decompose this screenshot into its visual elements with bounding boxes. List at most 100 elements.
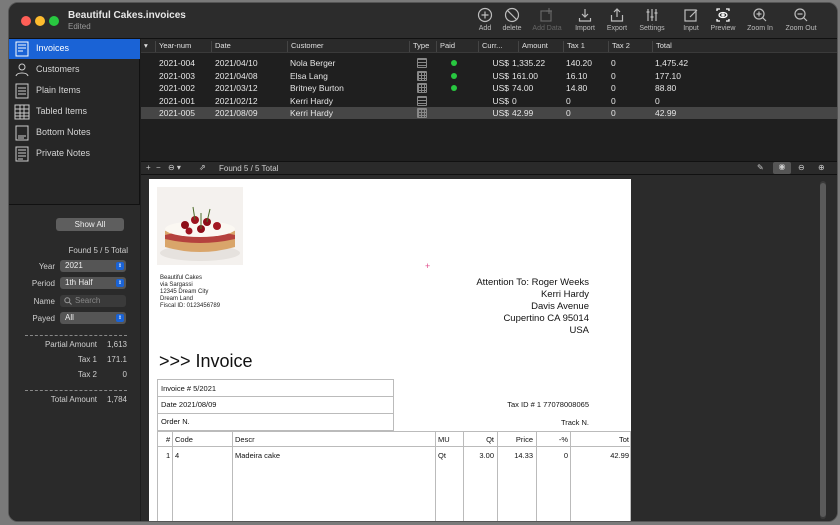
zoom-out-small-icon[interactable]: ⊖ <box>798 163 805 172</box>
payed-select[interactable]: All ⇕ <box>60 312 126 324</box>
zoom-in-small-icon[interactable]: ⊕ <box>818 163 825 172</box>
add-data-button[interactable]: Add Data <box>527 7 567 32</box>
company-block: Beautiful Cakes via Sargassi 12345 Dream… <box>160 275 220 310</box>
table-cell-tax2: 0 <box>611 83 616 93</box>
table-row[interactable]: 2021-003 2021/04/08 Elsa Lang US$ 161.00 16.1… <box>141 70 837 82</box>
tax1-label: Tax 1 <box>77 355 97 364</box>
table-cell-tax1: 14.80 <box>566 83 588 93</box>
show-all-button[interactable]: Show All <box>56 218 124 231</box>
zoom-in-button[interactable]: Zoom In <box>740 7 780 32</box>
table-row[interactable]: 2021-002 2021/03/12 Britney Burton US$ 74.00… <box>141 82 837 94</box>
tabled-items-icon <box>417 83 427 93</box>
column-divider <box>232 431 233 521</box>
sidebar-item-invoices[interactable]: Invoices <box>9 39 140 59</box>
chevron-updown-icon: ⇕ <box>116 314 124 322</box>
delete-button[interactable]: delete <box>492 7 532 32</box>
invoice-heading: >>> Invoice <box>159 351 253 371</box>
track-number: Track N. <box>560 418 589 427</box>
action-menu-icon[interactable]: ⊖ ▾ <box>168 163 181 172</box>
table-row[interactable]: 2021-004 2021/04/10 Nola Berger US$ 1,335.22… <box>141 57 837 69</box>
payed-label: Payed <box>32 314 55 323</box>
item-header: Descr <box>235 435 255 444</box>
input-mode-icon[interactable]: ✎ <box>757 163 764 172</box>
invoices-table: ▾ Year-num Date Customer Type Paid Curr.… <box>141 39 837 161</box>
divider <box>25 335 127 336</box>
period-select[interactable]: 1th Half ⇕ <box>60 277 126 289</box>
table-cell-tax2: 0 <box>611 70 616 81</box>
table-row[interactable]: 2021-005 2021/08/09 Kerri Hardy US$ 42.99 0 0 4… <box>141 107 837 119</box>
address-line: Cupertino CA 95014 <box>503 313 589 324</box>
invoice-number: Invoice # 5/2021 <box>161 384 217 393</box>
preview-button[interactable]: Preview <box>703 7 743 32</box>
column-header[interactable]: Type <box>409 41 436 52</box>
plain-items-icon <box>15 83 29 99</box>
item-cell-descr: Madeira cake <box>235 451 281 460</box>
sidebar-item-customers[interactable]: Customers <box>9 60 140 80</box>
table-cell-customer: Britney Burton <box>290 83 344 93</box>
paid-status-dot <box>451 60 457 66</box>
zoom-out-icon <box>794 8 808 22</box>
partial-amount-value: 1,613 <box>106 340 127 349</box>
chevron-updown-icon: ⇕ <box>116 262 124 270</box>
column-header[interactable]: Total <box>652 41 772 52</box>
zoom-in-icon <box>753 8 767 22</box>
table-cell-tax1: 0 <box>566 108 571 118</box>
column-divider <box>435 431 436 521</box>
table-cell-tax2: 0 <box>611 95 616 106</box>
table-cell-date: 2021/04/08 <box>215 70 258 81</box>
address-line: Attention To: Roger Weeks <box>476 277 589 288</box>
no-entry-icon <box>504 7 520 23</box>
title-bar: Beautiful Cakes.invoices Edited Add dele… <box>9 3 837 39</box>
column-header[interactable]: Amount <box>518 41 563 52</box>
year-select[interactable]: 2021 ⇕ <box>60 260 126 272</box>
settings-button[interactable]: Settings <box>632 7 672 32</box>
zoom-out-button[interactable]: Zoom Out <box>781 7 821 32</box>
table-cell-curr: US$ <box>492 58 509 68</box>
items-header-divider <box>157 446 631 447</box>
plain-items-icon <box>417 58 427 68</box>
column-header[interactable]: Tax 2 <box>608 41 652 52</box>
invoice-number-box: Invoice # 5/2021 <box>157 379 394 397</box>
sidebar-item-plain-items[interactable]: Plain Items <box>9 81 140 101</box>
column-header[interactable]: Date <box>211 41 287 52</box>
table-row[interactable]: 2021-001 2021/02/12 Kerri Hardy US$ 0 0 0 0 <box>141 95 837 107</box>
order-box: Order N. <box>157 413 394 431</box>
preview-scrollbar-thumb[interactable] <box>820 183 826 517</box>
table-cell-curr: US$ <box>492 95 509 106</box>
add-row-icon[interactable]: + <box>146 163 151 172</box>
remove-row-icon[interactable]: − <box>156 163 161 172</box>
column-header[interactable]: Year-num <box>155 41 211 52</box>
order-number: Order N. <box>161 417 190 426</box>
name-search-input[interactable]: Search <box>60 295 126 307</box>
sidebar-item-label: Bottom Notes <box>36 127 91 137</box>
company-line: Beautiful Cakes <box>160 275 203 281</box>
table-cell-tax1: 0 <box>566 95 571 106</box>
share-icon[interactable]: ⇗ <box>199 163 206 172</box>
column-divider <box>463 431 464 521</box>
sidebar-item-bottom-notes[interactable]: Bottom Notes <box>9 123 140 143</box>
column-header[interactable]: Customer <box>287 41 409 52</box>
found-count: Found 5 / 5 Total <box>68 246 128 255</box>
address-line: USA <box>569 325 589 336</box>
column-header[interactable]: Tax 1 <box>563 41 608 52</box>
zoom-window-button[interactable] <box>49 16 59 26</box>
column-header[interactable]: Paid <box>436 41 478 52</box>
recipient-address: Attention To: Roger Weeks Kerri Hardy Da… <box>476 277 589 337</box>
table-cell-yearnum: 2021-004 <box>159 58 195 68</box>
filter-panel: Show All Found 5 / 5 Total Year 2021 ⇕ Pe… <box>9 204 140 521</box>
zoom-in-label: Zoom In <box>747 25 773 32</box>
sidebar-item-private-notes[interactable]: Private Notes <box>9 144 140 164</box>
minimize-window-button[interactable] <box>35 16 45 26</box>
sidebar-item-tabled-items[interactable]: Tabled Items <box>9 102 140 122</box>
invoice-page: Beautiful Cakes via Sargassi 12345 Dream… <box>149 179 631 521</box>
table-cell-customer: Kerri Hardy <box>290 95 333 106</box>
paid-status-dot <box>451 72 457 79</box>
preview-mode-icon[interactable]: ◉ <box>773 162 791 174</box>
close-window-button[interactable] <box>21 16 31 26</box>
export-button[interactable]: Export <box>597 7 637 32</box>
column-header[interactable]: Curr... <box>478 41 518 52</box>
table-cell-curr: US$ <box>492 83 509 93</box>
tax2-label: Tax 2 <box>77 370 97 379</box>
plus-circle-icon <box>477 7 493 23</box>
tax-id: Tax ID # 1 77078008065 <box>507 400 589 409</box>
